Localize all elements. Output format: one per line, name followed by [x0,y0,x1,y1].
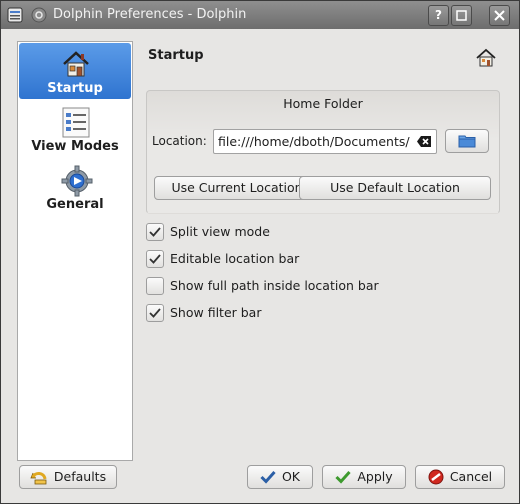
cancel-icon [428,469,444,484]
title-bar[interactable]: Dolphin Preferences - Dolphin ? [1,1,519,29]
folder-icon [458,135,476,147]
house-icon [63,51,89,77]
apply-check-icon [335,470,351,484]
sidebar-item-general[interactable]: General [19,159,131,215]
view-modes-icon [62,107,90,138]
defaults-button[interactable]: Defaults [19,465,117,489]
group-title: Home Folder [283,96,363,111]
ok-button[interactable]: OK [247,465,313,489]
window-menu-icon[interactable] [7,7,23,23]
full-path-checkbox[interactable] [146,277,164,295]
close-icon [494,10,505,21]
help-button[interactable]: ? [428,5,449,26]
use-current-location-button[interactable]: Use Current Location [154,176,320,200]
split-view-checkbox[interactable] [146,223,164,241]
sidebar-item-startup[interactable]: Startup [19,43,131,99]
full-path-label[interactable]: Show full path inside location bar [170,278,379,293]
location-label: Location: [152,134,207,148]
maximize-icon [456,10,467,21]
filter-bar-label[interactable]: Show filter bar [170,305,262,320]
editable-location-label[interactable]: Editable location bar [170,251,299,266]
house-icon [476,48,496,67]
undo-icon [30,471,47,484]
use-default-location-button[interactable]: Use Default Location [299,176,491,200]
cancel-button[interactable]: Cancel [415,465,505,489]
editable-location-checkbox[interactable] [146,250,164,268]
checkmark-icon [149,308,161,318]
apply-button[interactable]: Apply [322,465,406,489]
keep-above-icon[interactable] [31,7,47,23]
filter-bar-checkbox[interactable] [146,304,164,322]
close-button[interactable] [489,5,510,26]
cancel-label: Cancel [449,469,493,484]
sidebar-item-label: Startup [47,81,103,96]
sidebar-item-label: General [46,197,104,212]
clear-text-icon[interactable] [417,136,431,147]
page-title: Startup [148,48,204,63]
checkmark-icon [149,227,161,237]
split-view-label[interactable]: Split view mode [170,224,270,239]
gear-icon [61,165,93,197]
sidebar-item-label: View Modes [31,139,119,154]
ok-label: OK [281,469,301,484]
location-input[interactable]: file:///home/dboth/Documents/ [213,129,437,154]
location-value: file:///home/dboth/Documents/ [218,134,410,149]
preferences-window: Dolphin Preferences - Dolphin ? Startup [0,0,520,504]
ok-check-icon [260,470,276,484]
category-sidebar: Startup View Modes General [17,41,133,461]
home-folder-group: Home Folder Location: file:///home/dboth… [146,90,500,214]
checkmark-icon [149,254,161,264]
maximize-button[interactable] [451,5,472,26]
apply-label: Apply [357,469,393,484]
browse-folder-button[interactable] [445,129,489,153]
defaults-label: Defaults [53,469,107,484]
sidebar-item-view-modes[interactable]: View Modes [19,101,131,157]
window-title: Dolphin Preferences - Dolphin [53,7,247,22]
